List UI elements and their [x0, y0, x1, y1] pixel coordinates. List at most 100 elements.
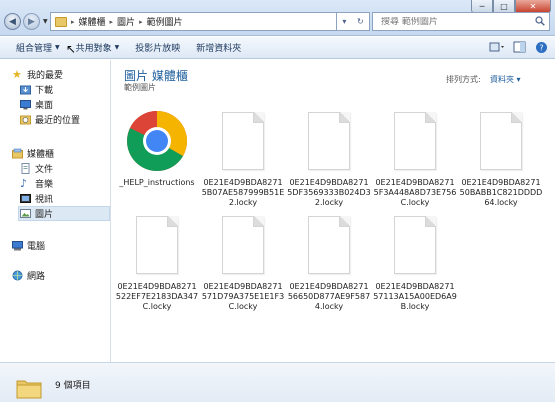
chevron-right-icon[interactable]: ▸: [139, 18, 143, 26]
new-folder-label: 新增資料夾: [196, 44, 242, 54]
file-name: 0E21E4D9BDA827150BABB1C821DDDD64.locky: [459, 178, 543, 207]
libraries-icon: [12, 148, 23, 159]
breadcrumb-pictures[interactable]: 圖片: [117, 15, 135, 28]
history-dropdown-icon[interactable]: ▼: [43, 18, 48, 25]
file-name: 0E21E4D9BDA8271571D79A375E1E1F3C.locky: [201, 282, 285, 311]
library-subtitle: 範例圖片: [124, 83, 156, 92]
sidebar-label: 最近的位置: [35, 116, 81, 126]
document-icon: [212, 108, 274, 174]
folder-icon: [55, 16, 67, 27]
file-item[interactable]: _HELP_instructions: [115, 108, 199, 188]
sidebar-label: 視訊: [35, 195, 54, 205]
file-item[interactable]: 0E21E4D9BDA82715B07AE587999B51E2.locky: [201, 108, 285, 208]
network-icon: [12, 270, 23, 281]
file-item[interactable]: 0E21E4D9BDA827150BABB1C821DDDD64.locky: [459, 108, 543, 208]
file-name: 0E21E4D9BDA82715DF3569333B024D32.locky: [287, 178, 371, 207]
sidebar-item-network[interactable]: 網路: [12, 269, 45, 282]
preview-pane-button[interactable]: [511, 40, 527, 54]
sidebar-item-documents[interactable]: 文件: [20, 162, 53, 175]
sidebar-item-pictures[interactable]: 圖片: [18, 206, 110, 221]
arrow-right-icon: ▶: [28, 16, 35, 27]
sidebar-label: 桌面: [35, 101, 54, 111]
document-icon: [384, 212, 446, 278]
file-item[interactable]: 0E21E4D9BDA8271571D79A375E1E1F3C.locky: [201, 212, 285, 312]
refresh-icon[interactable]: ↻: [357, 17, 364, 26]
videos-icon: [20, 194, 31, 203]
svg-text:?: ?: [539, 43, 543, 52]
pictures-icon: [20, 209, 31, 218]
sidebar-label: 網路: [27, 272, 46, 282]
share-label: 共用對象: [75, 44, 112, 54]
item-count: 9 個項目: [55, 381, 91, 391]
file-item[interactable]: 0E21E4D9BDA8271522EF7E2183DA347C.locky: [115, 212, 199, 312]
search-icon[interactable]: [535, 16, 545, 26]
document-icon: [298, 108, 360, 174]
computer-icon: [12, 241, 23, 251]
chevron-down-icon: ▼: [114, 44, 120, 51]
document-icon: [384, 108, 446, 174]
documents-icon: [21, 163, 30, 174]
sidebar-item-recent-places[interactable]: 最近的位置: [20, 113, 80, 126]
title-bar: ─ □ ✕ ◀ ▶ ▼ ▸ 媒體櫃 ▸ 圖片 ▸ 範例圖片 ▾ ↻: [0, 0, 555, 36]
document-icon: [298, 212, 360, 278]
address-bar[interactable]: ▸ 媒體櫃 ▸ 圖片 ▸ 範例圖片: [50, 12, 340, 31]
navigation-pane: ★ 我的最愛 下載 桌面 最近的位置 媒體櫃 文件 ♪ 音樂 視訊 圖片 電腦 …: [0, 60, 111, 362]
sidebar-item-favorites[interactable]: ★ 我的最愛: [12, 68, 63, 81]
sidebar-item-music[interactable]: ♪ 音樂: [20, 177, 53, 190]
search-input[interactable]: [381, 16, 531, 27]
sidebar-label: 我的最愛: [27, 71, 64, 81]
address-tools: ▾ ↻: [336, 12, 370, 31]
document-icon: [212, 212, 274, 278]
change-view-button[interactable]: [489, 40, 505, 54]
breadcrumb-libraries[interactable]: 媒體櫃: [79, 15, 106, 28]
preview-pane-icon: [513, 41, 525, 53]
arrow-left-icon: ◀: [9, 16, 16, 27]
view-controls: ?: [489, 40, 549, 54]
music-icon: ♪: [20, 177, 28, 190]
command-bar: 組合管理 ▼ 共用對象 ▼ 投影片放映 新增資料夾 ?: [0, 37, 555, 59]
mouse-cursor-icon: ↖: [66, 42, 77, 56]
sidebar-label: 下載: [35, 86, 54, 96]
file-item[interactable]: 0E21E4D9BDA827157113A15A00ED6A9B.locky: [373, 212, 457, 312]
search-box[interactable]: [372, 12, 550, 31]
file-name: 0E21E4D9BDA827157113A15A00ED6A9B.locky: [373, 282, 457, 311]
view-icon: [489, 42, 504, 52]
sidebar-label: 電腦: [27, 242, 46, 252]
file-name: 0E21E4D9BDA82715F3A448A8D73E756C.locky: [373, 178, 457, 207]
file-item[interactable]: 0E21E4D9BDA82715DF3569333B024D32.locky: [287, 108, 371, 208]
sidebar-label: 音樂: [35, 180, 54, 190]
share-button[interactable]: 共用對象 ▼: [68, 38, 128, 58]
chrome-icon: [126, 108, 188, 174]
chevron-right-icon[interactable]: ▸: [71, 18, 75, 26]
sidebar-label: 圖片: [35, 210, 54, 220]
sidebar-item-downloads[interactable]: 下載: [20, 83, 53, 96]
forward-button[interactable]: ▶: [23, 13, 40, 30]
help-button[interactable]: ?: [533, 40, 549, 54]
breadcrumb-sample-pictures[interactable]: 範例圖片: [147, 15, 183, 28]
star-icon: ★: [12, 68, 22, 81]
sidebar-item-desktop[interactable]: 桌面: [20, 98, 53, 111]
folder-icon: [16, 380, 42, 399]
file-item[interactable]: 0E21E4D9BDA82715F3A448A8D73E756C.locky: [373, 108, 457, 208]
details-pane: 9 個項目: [0, 362, 555, 402]
file-name: 0E21E4D9BDA827156650D877AE9F5874.locky: [287, 282, 371, 311]
recent-places-icon: [20, 115, 31, 125]
chevron-right-icon[interactable]: ▸: [110, 18, 114, 26]
arrange-by-dropdown[interactable]: 資料夾 ▾: [490, 74, 521, 85]
address-dropdown-icon[interactable]: ▾: [342, 17, 346, 26]
downloads-folder-icon: [20, 85, 31, 95]
organize-label: 組合管理: [16, 44, 53, 54]
file-name: 0E21E4D9BDA8271522EF7E2183DA347C.locky: [115, 282, 199, 311]
organize-button[interactable]: 組合管理 ▼: [8, 38, 68, 58]
file-name: _HELP_instructions: [119, 178, 195, 187]
back-button[interactable]: ◀: [4, 13, 21, 30]
slideshow-button[interactable]: 投影片放映: [127, 38, 188, 58]
sidebar-item-videos[interactable]: 視訊: [20, 192, 53, 205]
arrange-by-label: 排列方式:: [446, 75, 481, 84]
sidebar-item-libraries[interactable]: 媒體櫃: [12, 147, 54, 160]
new-folder-button[interactable]: 新增資料夾: [188, 38, 249, 58]
chevron-down-icon: ▼: [55, 44, 60, 51]
sidebar-item-computer[interactable]: 電腦: [12, 239, 45, 252]
file-item[interactable]: 0E21E4D9BDA827156650D877AE9F5874.locky: [287, 212, 371, 312]
document-icon: [126, 212, 188, 278]
